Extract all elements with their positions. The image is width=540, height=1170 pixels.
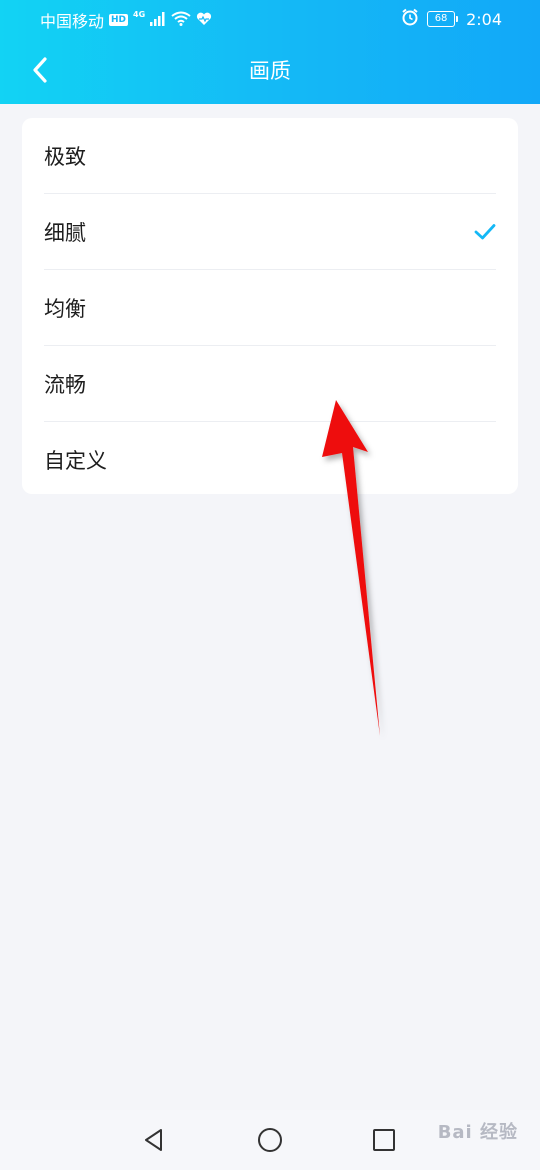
- battery-icon: 68: [427, 11, 459, 27]
- phone-screen: 中国移动 HD 4G 68 2:04 画质 极致 细腻 均衡 流畅 自定义 Ba…: [0, 0, 540, 1170]
- option-label: 极致: [44, 144, 86, 169]
- status-left: 中国移动 HD 4G: [40, 8, 212, 32]
- wifi-icon: [171, 11, 191, 30]
- watermark: Bai 经验: [437, 1122, 518, 1143]
- nav-home-button[interactable]: [254, 1124, 286, 1156]
- option-extreme[interactable]: 极致: [44, 118, 496, 193]
- hd-badge: HD: [109, 14, 129, 26]
- option-label: 自定义: [44, 448, 107, 473]
- status-bar: 中国移动 HD 4G 68 2:04: [0, 0, 540, 38]
- square-recents-icon: [373, 1129, 395, 1151]
- nav-recents-button[interactable]: [368, 1124, 400, 1156]
- option-label: 细腻: [44, 220, 86, 245]
- battery-level: 68: [427, 11, 456, 27]
- option-smooth[interactable]: 流畅: [44, 345, 496, 421]
- carrier-name: 中国移动: [40, 12, 105, 31]
- clock-time: 2:04: [466, 9, 502, 29]
- alarm-icon: [401, 8, 419, 30]
- app-header: 中国移动 HD 4G 68 2:04 画质: [0, 0, 540, 104]
- red-arrow-annotation: [322, 400, 380, 736]
- heart-icon: [196, 11, 212, 30]
- signal-icon: [150, 11, 166, 30]
- circle-home-icon: [258, 1128, 282, 1152]
- network-type: 4G: [133, 9, 146, 19]
- battery-tip: [456, 16, 459, 22]
- quality-options-list: 极致 细腻 均衡 流畅 自定义: [22, 118, 518, 494]
- page-title: 画质: [249, 59, 291, 83]
- option-custom[interactable]: 自定义: [44, 421, 496, 497]
- option-label: 流畅: [44, 372, 86, 397]
- option-balanced[interactable]: 均衡: [44, 269, 496, 345]
- check-icon: [474, 223, 496, 239]
- option-fine[interactable]: 细腻: [44, 193, 496, 269]
- option-label: 均衡: [44, 296, 86, 321]
- triangle-back-icon: [145, 1129, 162, 1151]
- nav-back-button[interactable]: [138, 1124, 170, 1156]
- status-right: 68 2:04: [401, 8, 502, 30]
